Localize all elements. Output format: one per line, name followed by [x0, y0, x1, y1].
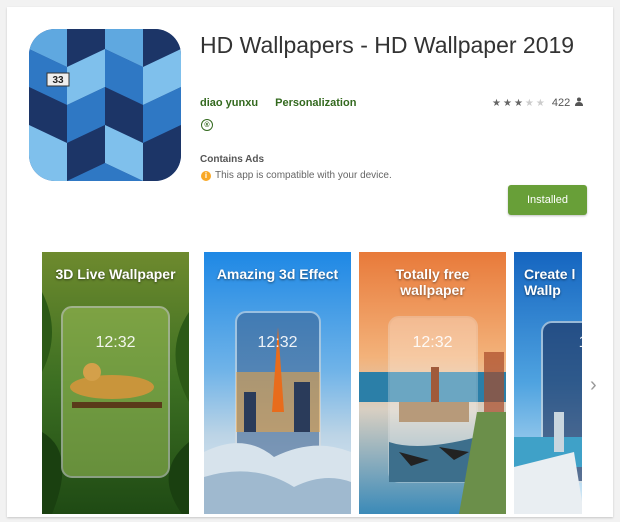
star-icon: ★: [492, 97, 501, 109]
screenshot-time: 12:32: [257, 334, 298, 351]
screenshot-caption: 3D Live Wallpaper: [55, 266, 176, 282]
screenshot-carousel[interactable]: 3D Live Wallpaper 12:32 Amazing 3d Effec…: [42, 252, 582, 514]
screenshot-time: 12: [514, 334, 582, 352]
screenshot-2[interactable]: Amazing 3d Effect 12:32: [204, 252, 351, 514]
app-card: 33 HD Wallpapers - HD Wallpaper 2019 dia…: [7, 7, 613, 517]
chevron-right-icon[interactable]: ›: [590, 374, 597, 397]
rating-count: 422: [551, 97, 571, 109]
installed-button[interactable]: Installed: [508, 185, 587, 215]
screenshot-time: 12:32: [95, 334, 136, 351]
app-icon: 33: [29, 29, 181, 181]
category-link[interactable]: Personalization: [275, 97, 356, 109]
screenshot-caption: Amazing 3d Effect: [216, 266, 339, 282]
star-icon: ★: [502, 97, 512, 109]
star-icon: ★: [535, 97, 545, 109]
person-icon: [575, 97, 584, 109]
screenshot-1[interactable]: 3D Live Wallpaper 12:32: [42, 252, 189, 514]
app-icon-text: 33: [52, 75, 64, 86]
screenshot-4[interactable]: Create l Wallp 12: [514, 252, 582, 514]
app-meta: diao yunxu Personalization: [200, 97, 370, 109]
star-icon: ★: [513, 97, 523, 109]
star-icon: ★: [524, 97, 534, 109]
contains-ads-label: Contains Ads: [200, 154, 265, 165]
compatibility-text: This app is compatible with your device.: [215, 170, 392, 181]
app-title: HD Wallpapers - HD Wallpaper 2019: [200, 32, 575, 58]
info-icon: i: [201, 170, 211, 181]
screenshot-caption: Totally free wallpaper: [395, 266, 470, 298]
developer-link[interactable]: diao yunxu: [200, 97, 258, 109]
screenshot-time: 12:32: [412, 334, 453, 351]
compatibility-notice: i This app is compatible with your devic…: [201, 170, 392, 181]
rating-summary: ★ ★ ★ ★ ★ 422: [492, 97, 584, 109]
rated-icon: ®: [201, 119, 213, 131]
screenshot-caption: Create l Wallp: [524, 266, 576, 298]
screenshot-3[interactable]: Totally free wallpaper 12:32: [359, 252, 506, 514]
